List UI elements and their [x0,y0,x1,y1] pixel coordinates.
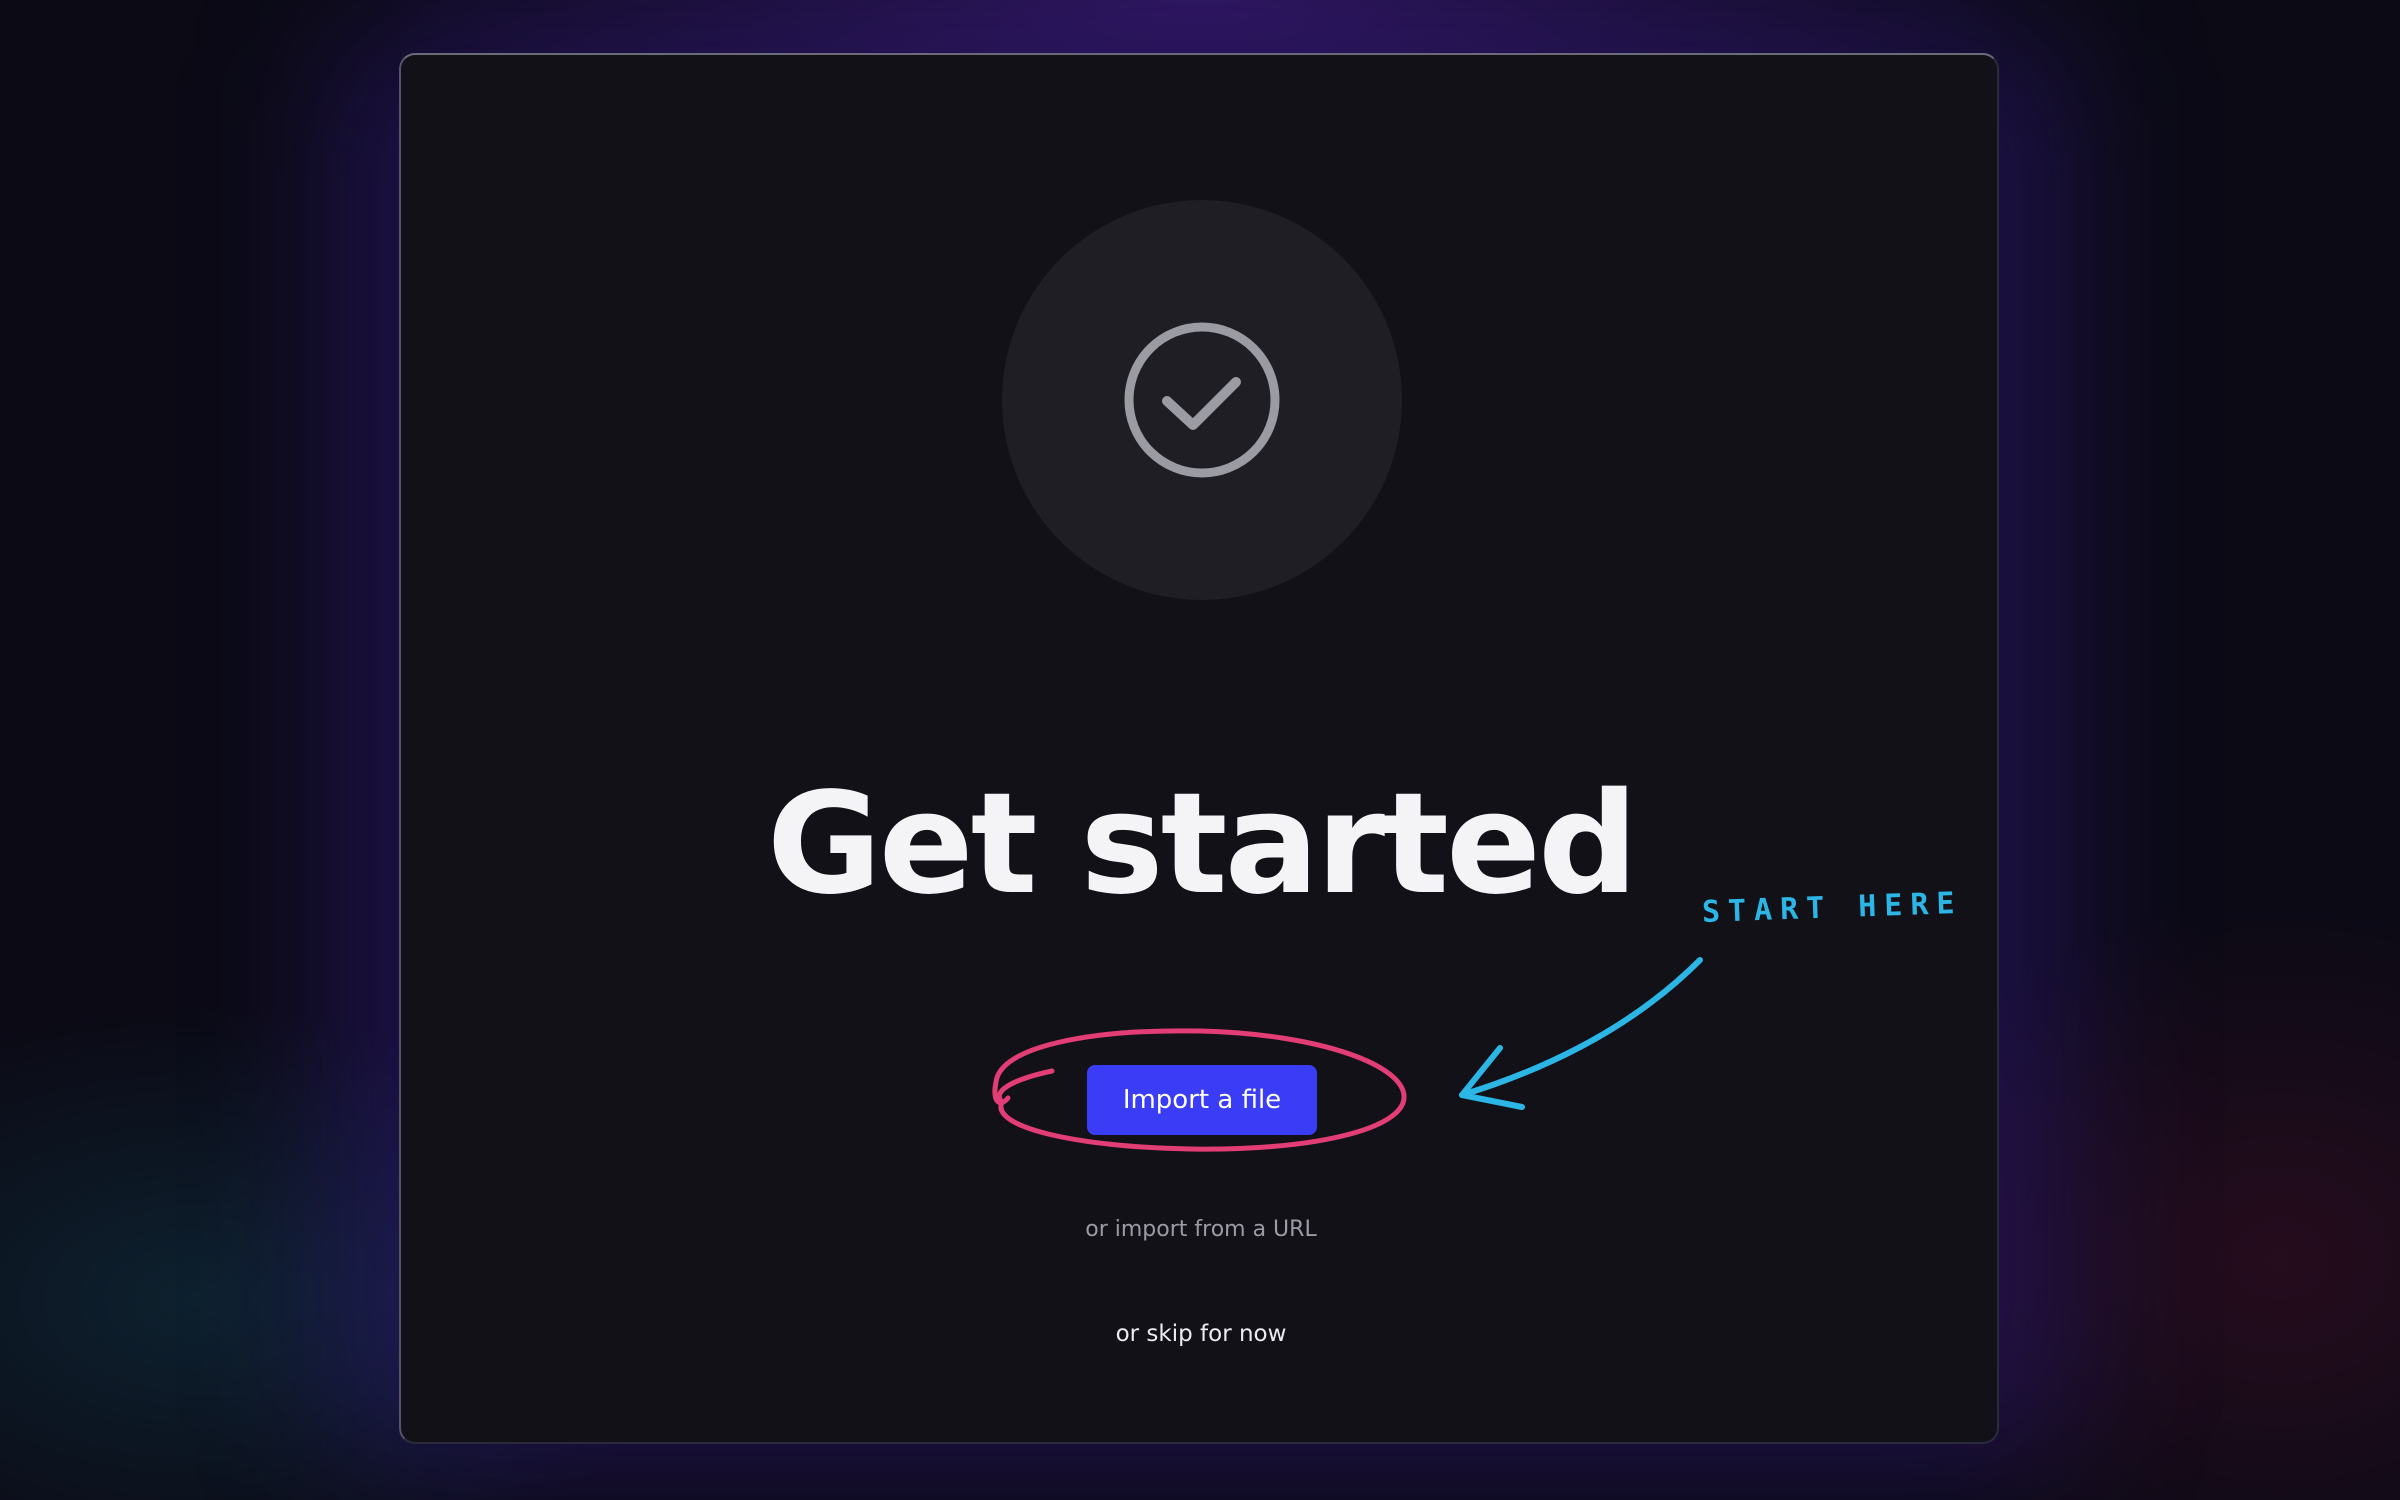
onboarding-dialog: Get started Import a file or import from… [399,53,1999,1444]
check-circle-icon [1124,322,1280,478]
import-url-link[interactable]: or import from a URL [901,1217,1501,1242]
import-file-button[interactable]: Import a file [1087,1065,1317,1135]
success-badge [1002,200,1402,600]
skip-link[interactable]: or skip for now [901,1321,1501,1347]
